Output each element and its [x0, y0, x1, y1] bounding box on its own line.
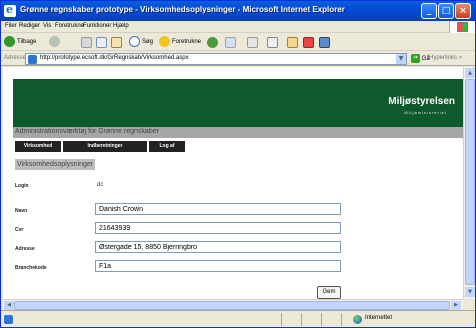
page-viewport: Miljøstyrelsen Miljøministeriet Administ…: [3, 67, 463, 299]
admin-title: Administrationsværktøj for Grønne regnsk…: [15, 128, 159, 135]
back-label: Tilbage: [17, 39, 37, 46]
status-divider: [341, 313, 342, 326]
search-button[interactable]: Søg: [129, 36, 153, 49]
header-banner: Miljøstyrelsen Miljøministeriet: [13, 79, 463, 127]
tab-indberetninger[interactable]: Indberetninger: [63, 141, 147, 152]
favorites-star-icon: [159, 36, 170, 47]
scroll-left-icon[interactable]: ◀: [4, 301, 14, 310]
adresse-field[interactable]: [95, 241, 341, 253]
vertical-scrollbar[interactable]: ▲ ▼: [463, 67, 475, 299]
section-title: Virksomhedsoplysninger: [15, 159, 96, 170]
search-icon: [129, 36, 140, 47]
menu-filer[interactable]: Filer: [5, 23, 17, 29]
media-icon[interactable]: [207, 37, 218, 48]
status-divider: [301, 313, 302, 326]
title-bar: Grønne regnskaber prototype - Virksomhed…: [1, 1, 475, 21]
zone-label: Internettet: [365, 315, 393, 321]
go-button[interactable]: ➔ Gå: [411, 54, 430, 63]
refresh-icon[interactable]: [96, 37, 107, 48]
address-input[interactable]: http://prototype.ecsoft.dk/GrRegnskab/Vi…: [25, 53, 407, 65]
menu-funktioner[interactable]: Funktioner: [83, 23, 111, 29]
address-bar: Adresse http://prototype.ecsoft.dk/GrReg…: [1, 52, 475, 66]
navn-label: Navn: [15, 208, 28, 214]
address-url: http://prototype.ecsoft.dk/GrRegnskab/Vi…: [40, 55, 189, 61]
save-button[interactable]: Gem: [317, 286, 341, 299]
mail-icon[interactable]: [247, 37, 258, 48]
menu-foretrukne[interactable]: Foretrukne: [55, 23, 84, 29]
status-divider: [321, 313, 322, 326]
windows-flag-icon: [449, 21, 475, 33]
menu-vis[interactable]: Vis: [43, 23, 51, 29]
scroll-corner: [463, 299, 475, 310]
stop-icon[interactable]: [81, 37, 92, 48]
links-toolbar[interactable]: Hyperlinks »: [429, 55, 462, 61]
tab-virksomhed[interactable]: Virksomhed: [15, 141, 61, 152]
login-label: Login: [15, 183, 29, 189]
favorites-button[interactable]: Foretrukne: [159, 36, 201, 49]
search-label: Søg: [142, 39, 154, 46]
login-value: dc: [97, 182, 104, 188]
menu-bar: Filer Rediger Vis Foretrukne Funktioner …: [1, 21, 475, 33]
scroll-down-icon[interactable]: ▼: [465, 287, 475, 297]
brand-subtitle: Miljøministeriet: [404, 110, 447, 115]
back-button[interactable]: Tilbage: [4, 36, 36, 49]
navn-field[interactable]: [95, 203, 341, 215]
horizontal-scroll-thumb[interactable]: [14, 301, 450, 310]
discuss-icon[interactable]: [303, 37, 314, 48]
horizontal-scrollbar[interactable]: ◀ ▶: [3, 299, 463, 310]
history-icon[interactable]: [225, 37, 236, 48]
brand-logo-text: Miljøstyrelsen: [388, 96, 455, 107]
menu-hjaelp[interactable]: Hjælp: [113, 23, 129, 29]
home-icon[interactable]: [111, 37, 122, 48]
adresse-label: Adresse: [15, 246, 35, 252]
forward-icon: [49, 36, 60, 47]
links-chevron: »: [458, 55, 463, 61]
page-status-icon: [4, 315, 13, 324]
internet-zone-icon: [353, 315, 362, 324]
go-arrow-icon: ➔: [411, 54, 420, 63]
status-divider: [281, 313, 282, 326]
menu-rediger[interactable]: Rediger: [19, 23, 40, 29]
back-icon: [4, 36, 15, 47]
print-icon[interactable]: [267, 37, 278, 48]
minimize-button[interactable]: _: [421, 3, 437, 19]
browser-window: Grønne regnskaber prototype - Virksomhed…: [0, 0, 476, 328]
edit-icon[interactable]: [287, 37, 298, 48]
admin-title-bar: Administrationsværktøj for Grønne regnsk…: [13, 127, 463, 138]
window-title: Grønne regnskaber prototype - Virksomhed…: [20, 5, 345, 14]
branchekode-field[interactable]: [95, 260, 341, 272]
close-button[interactable]: ×: [455, 3, 471, 19]
favorites-label: Foretrukne: [172, 39, 202, 46]
scroll-right-icon[interactable]: ▶: [451, 301, 461, 310]
address-label: Adresse: [4, 55, 27, 61]
links-label: Hyperlinks: [429, 55, 458, 61]
toolbar: Tilbage Søg Foretrukne: [1, 34, 475, 51]
ie-logo-icon: [4, 3, 16, 17]
forward-button[interactable]: [49, 36, 62, 49]
vertical-scroll-thumb[interactable]: [465, 79, 475, 285]
address-dropdown-icon[interactable]: ▼: [396, 54, 406, 64]
tab-log-af[interactable]: Log af: [149, 141, 185, 152]
branchekode-label: Branchekode: [15, 265, 47, 271]
cvr-label: Cvr: [15, 227, 24, 233]
scroll-up-icon[interactable]: ▲: [465, 68, 475, 78]
cvr-field[interactable]: [95, 222, 341, 234]
messenger-icon[interactable]: [319, 37, 330, 48]
maximize-button[interactable]: □: [438, 3, 454, 19]
page-icon: [28, 55, 37, 64]
status-bar: Internettet: [1, 310, 475, 327]
